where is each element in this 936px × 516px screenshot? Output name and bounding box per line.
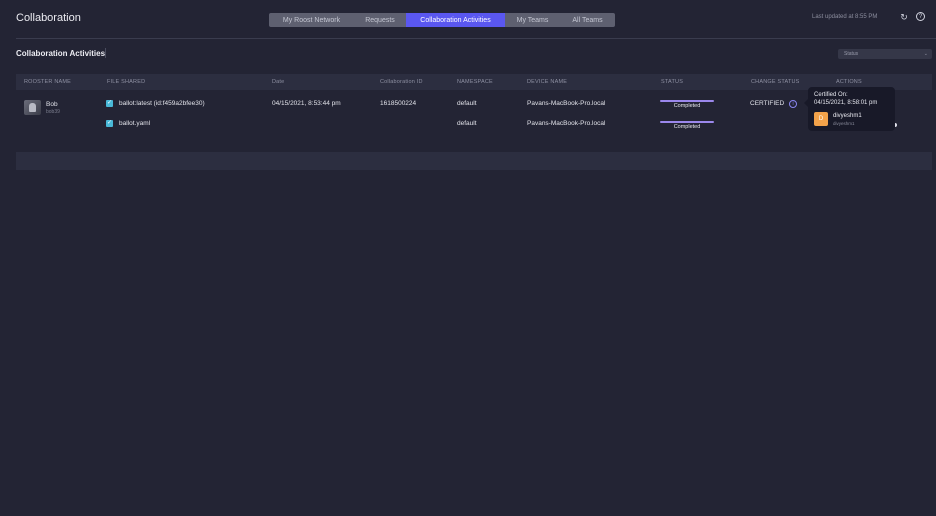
status-progress-bar xyxy=(660,100,714,102)
rooster-name: Bob xyxy=(46,101,58,108)
status-filter-dropdown[interactable]: Status ⌄ xyxy=(838,49,932,59)
table-row: ✓ ballot.yaml default Pavans-MacBook-Pro… xyxy=(16,114,932,134)
status-progress-bar xyxy=(660,121,714,123)
info-icon[interactable]: i xyxy=(789,100,797,108)
column-header-actions: ACTIONS xyxy=(836,79,862,85)
last-updated-text: Last updated at 8:55 PM xyxy=(812,14,878,20)
help-icon[interactable]: ? xyxy=(916,12,925,21)
column-header-device-name: DEVICE NAME xyxy=(527,79,568,85)
tab-bar: My Roost Network Requests Collaboration … xyxy=(269,13,615,27)
table-footer xyxy=(16,152,932,170)
column-header-namespace: NAMESPACE xyxy=(457,79,493,85)
column-header-change-status: CHANGE STATUS xyxy=(751,79,800,85)
tooltip-label: Certified On: xyxy=(814,92,848,98)
column-header-status: STATUS xyxy=(661,79,684,85)
tooltip-user-name: divyeshm1 xyxy=(833,113,862,119)
status-filter-placeholder: Status xyxy=(844,51,859,57)
status-label: Completed xyxy=(673,103,701,109)
header-divider xyxy=(16,38,936,39)
namespace: default xyxy=(457,100,477,107)
tab-all-teams[interactable]: All Teams xyxy=(560,13,615,27)
column-header-rooster-name: ROOSTER NAME xyxy=(24,79,72,85)
tooltip-timestamp: 04/15/2021, 8:58:01 pm xyxy=(814,100,878,106)
status-label: Completed xyxy=(673,124,701,130)
tooltip-user-handle: divyeshm1 xyxy=(833,121,855,126)
namespace: default xyxy=(457,120,477,127)
file-checkbox[interactable]: ✓ xyxy=(106,100,113,107)
refresh-icon[interactable]: ↻ xyxy=(899,12,909,22)
section-title: Collaboration Activities xyxy=(16,49,106,58)
file-checkbox[interactable]: ✓ xyxy=(106,120,113,127)
certified-tooltip: Certified On: 04/15/2021, 8:58:01 pm D d… xyxy=(804,87,895,131)
collaboration-id: 1618500224 xyxy=(380,100,417,107)
table-header: ROOSTER NAME FILE SHARED Date Collaborat… xyxy=(16,74,932,90)
change-status: CERTIFIED xyxy=(750,100,785,107)
file-shared: ballot.yaml xyxy=(119,120,151,127)
date: 04/15/2021, 8:53:44 pm xyxy=(272,100,341,107)
chevron-down-icon: ⌄ xyxy=(923,51,928,57)
tab-my-roost-network[interactable]: My Roost Network xyxy=(269,13,354,27)
section-divider xyxy=(105,48,106,58)
tab-my-teams[interactable]: My Teams xyxy=(505,13,560,27)
avatar xyxy=(24,100,41,115)
device-name: Pavans-MacBook-Pro.local xyxy=(527,120,606,127)
user-avatar: D xyxy=(814,112,828,126)
tab-collaboration-activities[interactable]: Collaboration Activities xyxy=(406,13,505,27)
column-header-collaboration-id: Collaboration ID xyxy=(380,79,423,85)
device-name: Pavans-MacBook-Pro.local xyxy=(527,100,606,107)
column-header-file-shared: FILE SHARED xyxy=(107,79,146,85)
file-shared: ballot:latest (id:f459a2bfee30) xyxy=(119,100,205,107)
tab-requests[interactable]: Requests xyxy=(354,13,406,27)
table-row: Bob bob39 ✓ ballot:latest (id:f459a2bfee… xyxy=(16,92,932,115)
app-title: Collaboration xyxy=(16,12,81,24)
column-header-date: Date xyxy=(272,79,285,85)
